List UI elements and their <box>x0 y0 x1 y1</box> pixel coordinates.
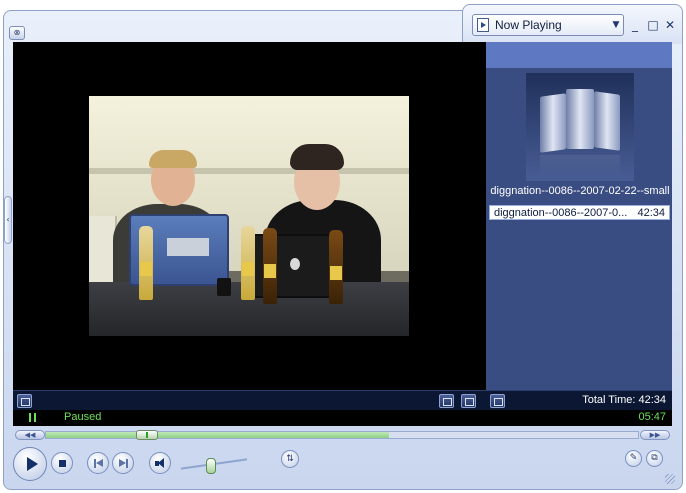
next-button[interactable] <box>112 452 134 474</box>
video-bottle <box>139 226 153 300</box>
seek-track[interactable] <box>45 430 639 440</box>
video-settings-icon[interactable] <box>17 394 32 408</box>
switch-mode-icon[interactable]: ⇅ <box>281 450 299 468</box>
playlist-item-duration: 42:34 <box>637 206 665 219</box>
film-strip-segment <box>566 89 594 149</box>
album-art[interactable] <box>526 73 634 181</box>
playlist-item[interactable]: diggnation--0086--2007-0... 42:34 <box>489 205 670 220</box>
seek-back-icon[interactable]: ◀◀ <box>15 430 45 440</box>
seek-buffer-fill <box>46 432 389 438</box>
now-playing-icon <box>477 18 489 32</box>
fit-video-icon[interactable] <box>439 394 454 408</box>
video-person-right-hair <box>290 144 344 170</box>
play-button[interactable] <box>13 447 47 481</box>
playlist-pane: diggnation--0086--2007-02-22--small digg… <box>486 42 672 390</box>
resize-grip-icon[interactable] <box>665 474 675 484</box>
previous-button[interactable] <box>87 452 109 474</box>
media-title: diggnation--0086--2007-02-22--small <box>490 185 670 197</box>
video-bottle <box>263 228 277 304</box>
menu-toggle-icon[interactable]: ⊗ <box>9 26 25 40</box>
close-icon[interactable]: ✕ <box>663 18 677 32</box>
pause-status-icon <box>29 413 37 422</box>
info-bar: Total Time: 42:34 <box>13 390 672 410</box>
maximize-icon[interactable]: □ <box>646 18 660 32</box>
stop-button[interactable] <box>51 452 73 474</box>
video-frame[interactable] <box>89 96 409 336</box>
mute-button[interactable] <box>149 452 171 474</box>
transport-controls: ⇅ ✎ ⧉ <box>3 442 683 490</box>
bottle-label <box>330 266 342 280</box>
playlist-options-icon[interactable] <box>490 394 505 408</box>
volume-thumb[interactable] <box>206 458 216 474</box>
laptop-logo <box>290 258 300 270</box>
bottle-label <box>242 262 254 276</box>
playlist-item-title: diggnation--0086--2007-0... <box>494 206 628 219</box>
playlist-pane-header <box>486 42 672 68</box>
video-bottle <box>241 226 255 300</box>
full-screen-icon[interactable] <box>461 394 476 408</box>
album-art-reflection <box>540 155 620 177</box>
total-time: Total Time: 42:34 <box>582 394 666 406</box>
chevron-down-icon: ▼ <box>612 20 620 30</box>
volume-slider[interactable] <box>181 456 247 474</box>
media-player-window: ⊗ ‹ Now Playing ▼ _ □ ✕ diggnation--0086… <box>0 0 686 493</box>
film-strip-segment <box>594 91 620 151</box>
minimize-icon[interactable]: _ <box>628 18 642 32</box>
seek-thumb[interactable] <box>135 430 158 440</box>
status-bar: Paused 05:47 <box>13 410 672 426</box>
film-strip-segment <box>540 93 566 153</box>
view-selector[interactable]: Now Playing ▼ <box>472 14 624 36</box>
bottle-label <box>140 262 152 276</box>
view-selector-label: Now Playing <box>495 18 562 32</box>
video-cup <box>217 278 231 296</box>
mini-mode-icon[interactable]: ⧉ <box>646 450 663 467</box>
collapse-handle-icon[interactable]: ‹ <box>4 196 12 244</box>
seek-bar: ◀◀ ▶▶ <box>13 428 672 442</box>
video-scene-rail <box>89 168 409 174</box>
laptop-sticker <box>167 238 209 256</box>
film-strip-icon <box>540 89 620 153</box>
video-bottle <box>329 230 343 304</box>
playback-status: Paused <box>64 411 102 423</box>
visualization-icon[interactable]: ✎ <box>625 450 642 467</box>
elapsed-time: 05:47 <box>638 411 666 423</box>
seek-forward-icon[interactable]: ▶▶ <box>640 430 670 440</box>
bottle-label <box>264 264 276 278</box>
video-person-left-hair <box>149 150 197 168</box>
